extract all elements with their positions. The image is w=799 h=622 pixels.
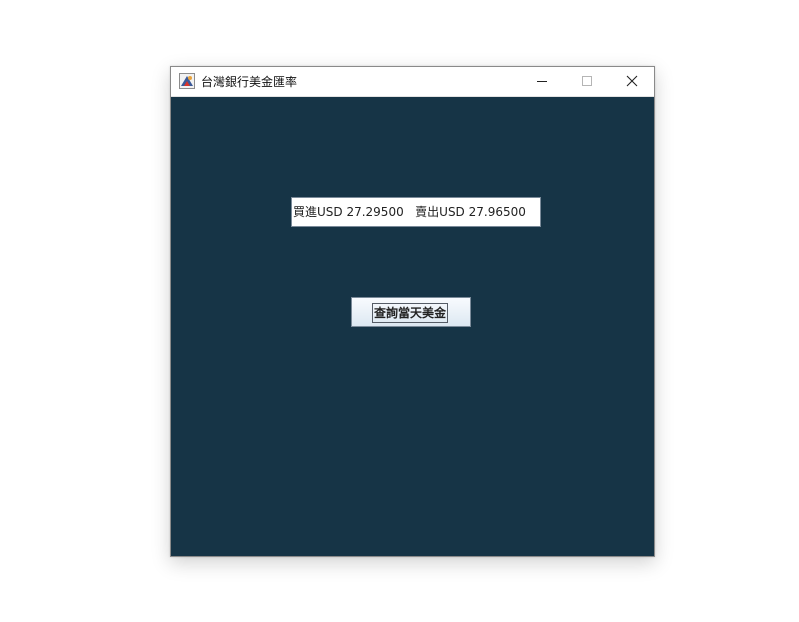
maximize-button[interactable] xyxy=(564,67,610,96)
content-panel: 買進USD 27.29500 賣出USD 27.96500 查詢當天美金 xyxy=(171,97,654,556)
exchange-rate-text: 買進USD 27.29500 賣出USD 27.96500 xyxy=(293,205,526,219)
query-rate-button[interactable]: 查詢當天美金 xyxy=(351,297,471,327)
close-icon xyxy=(626,72,638,91)
window-title: 台灣銀行美金匯率 xyxy=(201,75,298,89)
java-app-icon xyxy=(179,73,195,89)
query-rate-button-label: 查詢當天美金 xyxy=(372,303,449,323)
close-button[interactable] xyxy=(609,67,655,96)
minimize-icon xyxy=(536,72,548,91)
app-window: 台灣銀行美金匯率 買進USD 27.29500 賣出USD 27.96500 查… xyxy=(170,66,655,557)
exchange-rate-field[interactable]: 買進USD 27.29500 賣出USD 27.96500 xyxy=(291,197,541,227)
maximize-icon xyxy=(581,72,593,91)
title-bar[interactable]: 台灣銀行美金匯率 xyxy=(171,67,654,97)
minimize-button[interactable] xyxy=(519,67,565,96)
